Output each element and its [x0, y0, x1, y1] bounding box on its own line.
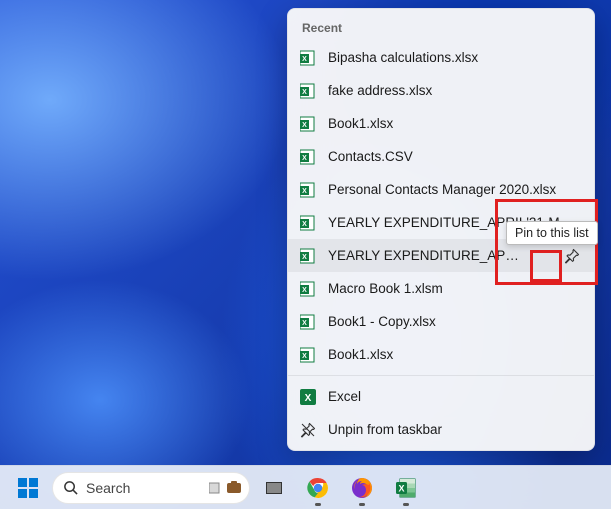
- svg-text:X: X: [302, 89, 307, 96]
- excel-icon: X: [395, 477, 417, 499]
- search-icon: [63, 480, 78, 495]
- recent-item-label: Bipasha calculations.xlsx: [328, 50, 582, 65]
- excel-file-icon: X: [300, 182, 316, 198]
- taskbar-app-excel[interactable]: X: [386, 468, 426, 508]
- excel-file-icon: X: [300, 248, 316, 264]
- app-item-label: Excel: [328, 389, 582, 404]
- excel-file-icon: X: [300, 149, 316, 165]
- recent-item-label: Personal Contacts Manager 2020.xlsx: [328, 182, 582, 197]
- taskview-icon: [264, 478, 284, 498]
- excel-file-icon: X: [300, 314, 316, 330]
- excel-file-icon: X: [300, 116, 316, 132]
- excel-file-icon: X: [300, 50, 316, 66]
- excel-file-icon: X: [300, 215, 316, 231]
- excel-app-icon: X: [300, 389, 316, 405]
- recent-item[interactable]: X Personal Contacts Manager 2020.xlsx: [288, 173, 594, 206]
- pin-to-list-button[interactable]: [558, 242, 586, 270]
- svg-text:X: X: [302, 56, 307, 63]
- recent-item-label: Contacts.CSV: [328, 149, 582, 164]
- taskbar-app-chrome[interactable]: [298, 468, 338, 508]
- svg-text:X: X: [302, 254, 307, 261]
- recent-item[interactable]: X Macro Book 1.xlsm: [288, 272, 594, 305]
- firefox-icon: [351, 477, 373, 499]
- unpin-from-taskbar[interactable]: Unpin from taskbar: [288, 413, 594, 446]
- recent-item-label: fake address.xlsx: [328, 83, 582, 98]
- recent-item[interactable]: X fake address.xlsx: [288, 74, 594, 107]
- recent-item-label: YEARLY EXPENDITURE_APRIL'2...: [328, 248, 528, 263]
- unpin-icon: [300, 422, 316, 438]
- app-item-excel[interactable]: X Excel: [288, 380, 594, 413]
- taskbar: Search X: [0, 465, 611, 509]
- recent-item[interactable]: X Contacts.CSV: [288, 140, 594, 173]
- section-title-recent: Recent: [288, 15, 594, 41]
- recent-item[interactable]: X Book1 - Copy.xlsx: [288, 305, 594, 338]
- excel-file-icon: X: [300, 281, 316, 297]
- recent-item-label: Book1 - Copy.xlsx: [328, 314, 582, 329]
- unpin-label: Unpin from taskbar: [328, 422, 582, 437]
- recent-item-label: Book1.xlsx: [328, 116, 582, 131]
- svg-text:X: X: [398, 483, 404, 493]
- recent-item-label: Macro Book 1.xlsm: [328, 281, 582, 296]
- svg-text:X: X: [302, 122, 307, 129]
- svg-text:X: X: [302, 155, 307, 162]
- taskbar-search[interactable]: Search: [52, 472, 250, 504]
- pin-tooltip: Pin to this list: [506, 221, 598, 245]
- search-placeholder: Search: [86, 480, 130, 496]
- svg-text:X: X: [302, 320, 307, 327]
- start-button[interactable]: [8, 468, 48, 508]
- recent-item[interactable]: X Book1.xlsx: [288, 107, 594, 140]
- taskbar-app-firefox[interactable]: [342, 468, 382, 508]
- search-highlight-icon: [209, 481, 243, 495]
- pin-icon: [564, 248, 580, 264]
- svg-text:X: X: [302, 188, 307, 195]
- divider: [288, 375, 594, 376]
- svg-text:X: X: [302, 221, 307, 228]
- svg-text:X: X: [302, 287, 307, 294]
- chrome-icon: [307, 477, 329, 499]
- recent-item[interactable]: X Book1.xlsx: [288, 338, 594, 371]
- recent-item-label: Book1.xlsx: [328, 347, 582, 362]
- svg-text:X: X: [302, 353, 307, 360]
- taskview-button[interactable]: [254, 468, 294, 508]
- excel-file-icon: X: [300, 347, 316, 363]
- recent-item[interactable]: X Bipasha calculations.xlsx: [288, 41, 594, 74]
- excel-file-icon: X: [300, 83, 316, 99]
- windows-icon: [18, 478, 38, 498]
- svg-text:X: X: [305, 393, 312, 404]
